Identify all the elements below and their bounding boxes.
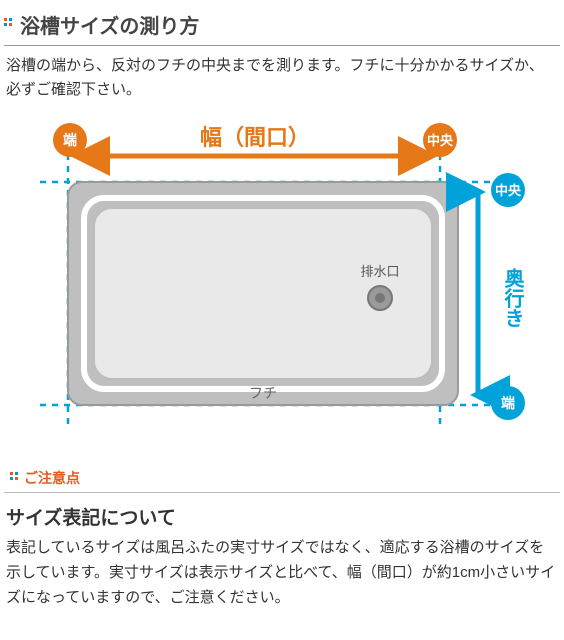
center-badge-top: 中央 (423, 123, 457, 157)
svg-text:中央: 中央 (495, 183, 522, 198)
edge-badge: 端 (53, 123, 87, 157)
note-title: サイズ表記について (0, 503, 564, 536)
note-body: 表記しているサイズは風呂ふたの実寸サイズではなく、適応する浴槽のサイズを示してい… (0, 536, 564, 610)
section-title-text: 浴槽サイズの測り方 (20, 10, 199, 39)
section-title-measure: 浴槽サイズの測り方 (4, 4, 560, 46)
width-label: 幅（間口） (200, 125, 310, 150)
svg-text:端: 端 (501, 395, 515, 411)
bullet-dots-icon (4, 18, 14, 32)
note-heading: ご注意点 (4, 464, 560, 493)
svg-text:中央: 中央 (427, 133, 454, 148)
note-heading-text: ご注意点 (24, 468, 80, 488)
rim-label: フチ (249, 385, 277, 401)
edge-badge-right: 端 (491, 386, 525, 420)
bathtub-diagram: 排水口 フチ 端 中央 幅（間口） 中央 端 奥行 (0, 110, 564, 440)
depth-label: 奥行き (501, 267, 525, 328)
section-description: 浴槽の端から、反対のフチの中央までを測ります。フチに十分かかるサイズか、必ずご確… (0, 54, 564, 102)
bullet-dots-icon (10, 472, 20, 484)
svg-text:端: 端 (63, 132, 77, 148)
center-badge-right: 中央 (491, 173, 525, 207)
drain-label: 排水口 (360, 264, 399, 279)
